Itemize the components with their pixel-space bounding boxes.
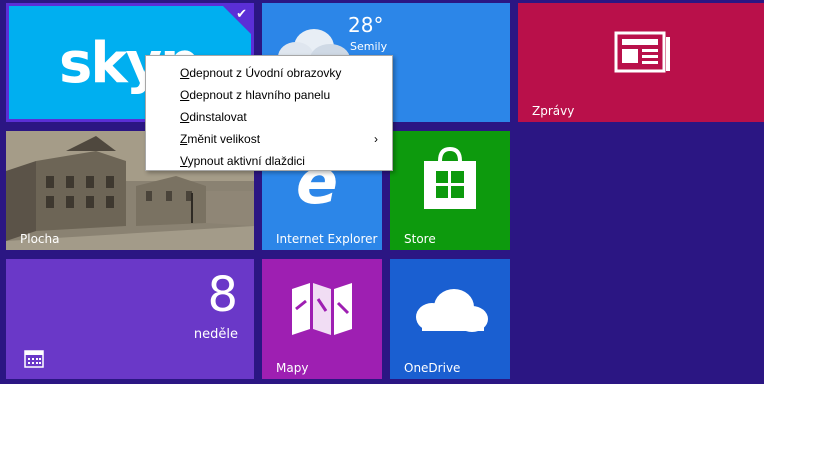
store-bag-icon <box>424 147 476 209</box>
tile-news-label: Zprávy <box>532 104 575 118</box>
menu-item-uninstall[interactable]: Odinstalovat <box>146 106 392 128</box>
tile-onedrive-label: OneDrive <box>404 361 461 375</box>
calendar-icon <box>24 350 44 368</box>
menu-item-disable-live-tile[interactable]: Vypnout aktivní dlaždici <box>146 150 392 172</box>
start-screen: skype ✔ 28° Semily Zprávy <box>0 0 764 384</box>
menu-item-unpin-start[interactable]: Odepnout z Úvodní obrazovky <box>146 62 392 84</box>
tile-maps[interactable]: Mapy <box>262 259 382 379</box>
checkmark-icon: ✔ <box>236 7 247 22</box>
onedrive-cloud-icon <box>416 289 488 332</box>
tile-onedrive[interactable]: OneDrive <box>390 259 510 379</box>
tile-desktop-label: Plocha <box>20 232 60 246</box>
tile-maps-label: Mapy <box>276 361 309 375</box>
chevron-right-icon: › <box>374 132 378 146</box>
tile-store-label: Store <box>404 232 436 246</box>
map-icon <box>292 283 352 335</box>
tile-ie-label: Internet Explorer <box>276 232 378 246</box>
calendar-day: 8 <box>207 267 238 323</box>
tile-context-menu: Odepnout z Úvodní obrazovky Odepnout z h… <box>145 55 393 171</box>
tile-store[interactable]: Store <box>390 131 510 250</box>
newspaper-icon <box>614 31 670 73</box>
weather-city: Semily <box>350 40 388 53</box>
tile-calendar[interactable]: 8 neděle <box>6 259 254 379</box>
menu-item-resize[interactable]: Změnit velikost › <box>146 128 392 150</box>
tile-news[interactable]: Zprávy <box>518 3 764 122</box>
menu-item-unpin-taskbar[interactable]: Odepnout z hlavního panelu <box>146 84 392 106</box>
calendar-weekday: neděle <box>193 327 238 342</box>
weather-temperature: 28° <box>348 13 384 37</box>
